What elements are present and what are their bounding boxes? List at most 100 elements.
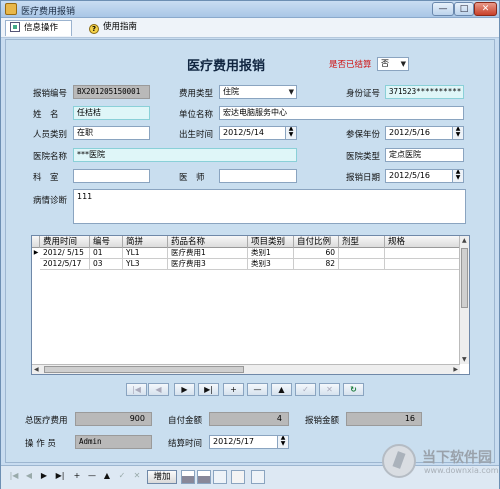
nav-edit-button[interactable]: ▲ <box>271 383 292 396</box>
col-header-ratio[interactable]: 自付比例 <box>294 236 339 248</box>
bottom-next-button[interactable]: ▶ <box>38 470 50 483</box>
dept-field[interactable] <box>73 169 150 183</box>
bottom-post-button[interactable]: ✓ <box>116 470 128 483</box>
nav-post-button[interactable]: ✓ <box>295 383 316 396</box>
bottom-last-button[interactable]: ▶| <box>53 470 67 483</box>
col-header-code[interactable]: 编号 <box>90 236 123 248</box>
cell-category[interactable]: 类别3 <box>248 259 294 270</box>
cell-time[interactable]: 2012/ 5/15 <box>40 248 90 259</box>
claim-date-picker[interactable]: 2012/5/16 ▲ ▼ <box>385 169 464 183</box>
settled-value: 否 <box>381 59 389 68</box>
cell-abbr[interactable]: YL3 <box>123 259 168 270</box>
id-no-field[interactable]: 371523********** <box>385 85 464 99</box>
print-preview-icon[interactable] <box>197 470 211 484</box>
col-header-category[interactable]: 项目类别 <box>248 236 294 248</box>
cell-drug[interactable]: 医疗费用1 <box>168 248 248 259</box>
maximize-button[interactable]: □ <box>454 2 474 16</box>
search-icon[interactable] <box>251 470 265 484</box>
scroll-left-icon[interactable]: ◀ <box>34 366 39 373</box>
horizontal-scrollbar[interactable]: ◀ ▶ <box>32 364 460 374</box>
scroll-up-icon[interactable]: ▲ <box>462 237 467 244</box>
nav-delete-button[interactable]: — <box>247 383 268 396</box>
scroll-right-icon[interactable]: ▶ <box>453 366 458 373</box>
nav-refresh-button[interactable]: ↻ <box>343 383 364 396</box>
cell-spec[interactable] <box>385 248 460 259</box>
nav-next-button[interactable]: ▶ <box>174 383 195 396</box>
fee-type-select[interactable]: 住院 ▼ <box>219 85 297 99</box>
employer-field[interactable]: 宏达电脑服务中心 <box>219 106 464 120</box>
cell-category[interactable]: 类别1 <box>248 248 294 259</box>
nav-prev-button[interactable]: ◀ <box>148 383 169 396</box>
scroll-down-icon[interactable]: ▼ <box>462 356 467 363</box>
bottom-prev-button[interactable]: ◀ <box>23 470 35 483</box>
cell-code[interactable]: 01 <box>90 248 123 259</box>
diagnosis-textarea[interactable]: 111 <box>73 189 466 224</box>
spin-icon[interactable]: ▲ ▼ <box>452 127 463 139</box>
doctor-field[interactable] <box>219 169 297 183</box>
bottom-cancel-button[interactable]: ✕ <box>131 470 143 483</box>
settled-select[interactable]: 否 ▼ <box>377 57 409 71</box>
table-row[interactable]: ▶ 2012/ 5/15 01 YL1 医疗费用1 类别1 60 <box>32 248 460 259</box>
bottom-insert-button[interactable]: + <box>71 470 83 483</box>
self-pay-label: 自付金额 <box>168 416 203 426</box>
tab-user-guide[interactable]: ? 使用指南 <box>85 20 165 36</box>
nav-insert-button[interactable]: + <box>223 383 244 396</box>
spin-icon[interactable]: ▲ ▼ <box>277 436 288 448</box>
scroll-thumb[interactable] <box>461 248 468 308</box>
bottom-delete-button[interactable]: — <box>86 470 98 483</box>
col-header-spec[interactable]: 规格 <box>385 236 460 248</box>
col-header-form[interactable]: 剂型 <box>339 236 385 248</box>
page-title: 医疗费用报销 <box>186 59 265 74</box>
scroll-thumb[interactable] <box>44 366 244 373</box>
app-icon <box>5 3 17 15</box>
expense-grid[interactable]: 费用时间 编号 简拼 药品名称 项目类别 自付比例 剂型 规格 ▶ 2012/ … <box>31 235 470 375</box>
hospital-field[interactable]: ***医院 <box>73 148 297 162</box>
operator-label: 操 作 员 <box>25 439 56 449</box>
name-field[interactable]: 任桔桔 <box>73 106 150 120</box>
cell-abbr[interactable]: YL1 <box>123 248 168 259</box>
hospital-type-field[interactable]: 定点医院 <box>385 148 464 162</box>
col-header-abbr[interactable]: 简拼 <box>123 236 168 248</box>
nav-first-button[interactable]: |◀ <box>126 383 147 396</box>
vertical-scrollbar[interactable]: ▲ ▼ <box>459 236 469 364</box>
chevron-down-icon: ▼ <box>288 88 294 96</box>
print-icon[interactable] <box>181 470 195 484</box>
window-title: 医疗费用报销 <box>21 7 76 17</box>
cell-drug[interactable]: 医疗费用3 <box>168 259 248 270</box>
cell-ratio[interactable]: 82 <box>294 259 339 270</box>
doctor-label: 医 师 <box>179 173 205 183</box>
bottom-edit-button[interactable]: ▲ <box>101 470 113 483</box>
spin-icon[interactable]: ▲ ▼ <box>452 170 463 182</box>
settle-time-picker[interactable]: 2012/5/17 ▲ ▼ <box>209 435 289 449</box>
nav-cancel-button[interactable]: ✕ <box>319 383 340 396</box>
tab-info-label: 信息操作 <box>24 23 59 33</box>
cell-form[interactable] <box>339 248 385 259</box>
birth-date-picker[interactable]: 2012/5/14 ▲ ▼ <box>219 126 297 140</box>
nav-last-button[interactable]: ▶| <box>198 383 219 396</box>
hospital-label: 医院名称 <box>33 152 68 162</box>
document-icon <box>10 22 20 32</box>
staff-type-field[interactable]: 在职 <box>73 126 150 140</box>
spin-icon[interactable]: ▲ ▼ <box>285 127 296 139</box>
minimize-button[interactable]: — <box>432 2 454 16</box>
watermark-url: www.downxia.com <box>424 466 499 475</box>
play-icon[interactable] <box>231 470 245 484</box>
cell-form[interactable] <box>339 259 385 270</box>
bottom-first-button[interactable]: |◀ <box>7 470 21 483</box>
cell-ratio[interactable]: 60 <box>294 248 339 259</box>
operator-field: Admin <box>75 435 152 449</box>
tab-guide-label: 使用指南 <box>103 22 138 32</box>
col-header-drug[interactable]: 药品名称 <box>168 236 248 248</box>
cell-spec[interactable] <box>385 259 460 270</box>
cell-time[interactable]: 2012/5/17 <box>40 259 90 270</box>
cell-code[interactable]: 03 <box>90 259 123 270</box>
add-button[interactable]: 增加 <box>147 470 177 484</box>
close-button[interactable]: ✕ <box>474 2 497 16</box>
col-header-time[interactable]: 费用时间 <box>40 236 90 248</box>
insured-date-picker[interactable]: 2012/5/16 ▲ ▼ <box>385 126 464 140</box>
employer-label: 单位名称 <box>179 110 214 120</box>
table-row[interactable]: 2012/5/17 03 YL3 医疗费用3 类别3 82 <box>32 259 460 270</box>
tab-info-operation[interactable]: 信息操作 <box>5 20 72 36</box>
preview-icon[interactable] <box>213 470 227 484</box>
title-bar: 医疗费用报销 — □ ✕ <box>1 1 499 18</box>
